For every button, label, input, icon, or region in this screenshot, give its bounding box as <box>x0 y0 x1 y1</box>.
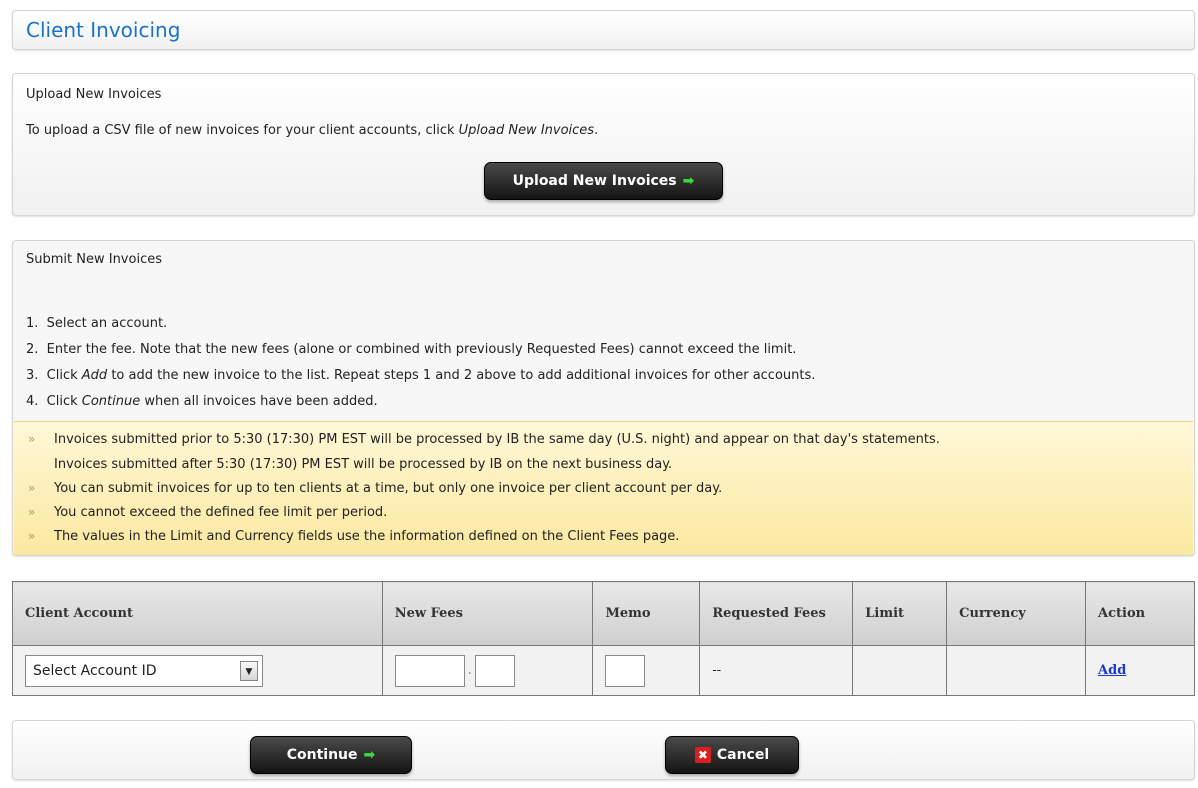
submit-section-heading: Submit New Invoices <box>26 252 162 267</box>
submit-invoices-panel: Submit New Invoices 1. Select an account… <box>12 240 1195 556</box>
bullet-icon: » <box>28 505 36 519</box>
bullet-icon: » <box>28 481 36 495</box>
account-id-select[interactable]: Select Account ID ▼ <box>25 654 263 687</box>
column-header-limit: Limit <box>852 581 948 646</box>
notice-line: Invoices submitted after 5:30 (17:30) PM… <box>54 457 673 472</box>
account-select-value: Select Account ID <box>33 662 157 679</box>
continue-button-label: Continue <box>286 747 358 763</box>
upload-section-heading: Upload New Invoices <box>26 87 162 102</box>
requested-fees-cell: -- <box>699 645 854 696</box>
steps-list: 1. Select an account. 2. Enter the fee. … <box>26 311 815 415</box>
step-item: 4. Click Continue when all invoices have… <box>26 394 378 409</box>
column-header-client-account: Client Account <box>12 581 383 646</box>
column-header-currency: Currency <box>946 581 1087 646</box>
upload-button-label: Upload New Invoices <box>512 173 677 189</box>
red-x-icon: ✖ <box>694 747 711 763</box>
page-title: Client Invoicing <box>26 18 181 42</box>
green-right-arrow-icon: ➡ <box>363 747 376 763</box>
upload-instructions: To upload a CSV file of new invoices for… <box>26 123 599 138</box>
invoice-table-wrapper: Client Account New Fees Memo Requested F… <box>12 581 1195 696</box>
memo-cell <box>592 645 701 696</box>
notice-box: » Invoices submitted prior to 5:30 (17:3… <box>14 421 1193 555</box>
step-item: 3. Click Add to add the new invoice to t… <box>26 368 816 383</box>
notice-line: Invoices submitted prior to 5:30 (17:30)… <box>54 432 940 447</box>
bullet-icon: » <box>28 432 36 446</box>
notice-line: The values in the Limit and Currency fie… <box>54 529 680 544</box>
green-right-arrow-icon: ➡ <box>682 173 695 189</box>
add-invoice-link[interactable]: Add <box>1098 663 1126 678</box>
invoice-table: Client Account New Fees Memo Requested F… <box>12 581 1195 696</box>
client-account-cell: Select Account ID ▼ <box>12 645 383 696</box>
title-bar: Client Invoicing <box>12 10 1195 50</box>
currency-cell <box>946 645 1087 696</box>
bullet-icon: » <box>28 529 36 543</box>
upload-new-invoices-button[interactable]: Upload New Invoices ➡ <box>484 162 723 200</box>
action-cell: Add <box>1085 645 1195 696</box>
table-row: Select Account ID ▼ . -- Add <box>12 645 1195 696</box>
fee-whole-input[interactable] <box>394 654 465 687</box>
notice-line: You cannot exceed the defined fee limit … <box>54 505 388 520</box>
column-header-new-fees: New Fees <box>381 581 594 646</box>
column-header-memo: Memo <box>592 581 701 646</box>
cancel-button-label: Cancel <box>716 747 770 763</box>
continue-button[interactable]: Continue ➡ <box>250 736 412 774</box>
cancel-button[interactable]: ✖ Cancel <box>665 736 799 774</box>
chevron-down-icon[interactable]: ▼ <box>240 660 258 681</box>
column-header-action: Action <box>1085 581 1195 646</box>
memo-input[interactable] <box>605 654 646 687</box>
decimal-separator: . <box>467 663 472 678</box>
notice-line: You can submit invoices for up to ten cl… <box>54 481 723 496</box>
step-item: 2. Enter the fee. Note that the new fees… <box>26 342 797 357</box>
table-header-row: Client Account New Fees Memo Requested F… <box>12 581 1195 646</box>
fee-fraction-input[interactable] <box>474 654 515 687</box>
new-fees-cell: . <box>381 645 594 696</box>
footer-panel <box>12 720 1195 780</box>
column-header-requested-fees: Requested Fees <box>699 581 854 646</box>
limit-cell <box>852 645 948 696</box>
step-item: 1. Select an account. <box>26 316 168 331</box>
